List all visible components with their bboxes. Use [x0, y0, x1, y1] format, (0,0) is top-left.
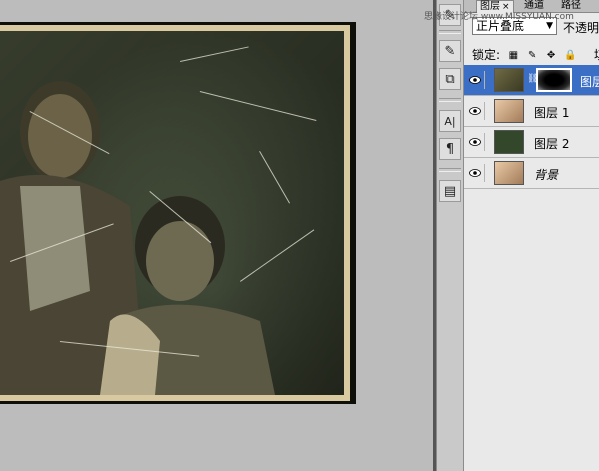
visibility-eye-icon[interactable]	[466, 102, 485, 120]
dock-separator	[439, 30, 461, 34]
aged-photo-image[interactable]	[0, 25, 350, 401]
document-canvas[interactable]	[0, 0, 433, 471]
photo-figures	[0, 81, 275, 395]
layers-panel: 图层× 通道 路径 正片叠底 ▼ 不透明 锁定: ▦ ✎ ✥ 🔒 填 ⛓ 图层 …	[463, 0, 599, 471]
layer-name: 图层 2	[534, 137, 570, 151]
clone-source-icon[interactable]: ⧉	[439, 68, 461, 90]
layer-thumbnail	[494, 68, 524, 92]
layer-row[interactable]: 图层 2	[464, 127, 599, 158]
layer-name: 图层 1	[534, 106, 570, 120]
layer-row[interactable]: 背景	[464, 158, 599, 189]
notes-icon[interactable]: ▤	[439, 180, 461, 202]
layer-mask-thumbnail[interactable]	[536, 68, 572, 92]
lock-row: 锁定: ▦ ✎ ✥ 🔒 填	[472, 46, 599, 62]
visibility-eye-icon[interactable]	[466, 133, 485, 151]
lock-label: 锁定:	[472, 48, 501, 62]
layer-thumbnail	[494, 161, 524, 185]
lock-transparent-icon[interactable]: ▦	[508, 50, 519, 61]
character-icon[interactable]: A|	[439, 110, 461, 132]
fill-label: 填	[594, 46, 599, 63]
dock-separator	[439, 168, 461, 172]
layer-name: 图层	[580, 75, 599, 89]
layer-row[interactable]: ⛓ 图层	[464, 65, 599, 96]
paragraph-icon[interactable]: ¶	[439, 138, 461, 160]
brush-presets-icon[interactable]: ✎	[439, 40, 461, 62]
watermark: 思缘设计论坛 www.MISSYUAN.com	[424, 12, 574, 22]
visibility-eye-icon[interactable]	[466, 164, 485, 182]
lock-position-icon[interactable]: ✥	[546, 50, 557, 61]
side-dock: ✎ ✎ ⧉ A| ¶ ▤	[436, 0, 465, 471]
visibility-eye-icon[interactable]	[466, 71, 485, 89]
layer-thumbnail	[494, 99, 524, 123]
layer-thumbnail	[494, 130, 524, 154]
layer-name: 背景	[534, 168, 559, 182]
photo-frame	[0, 22, 356, 404]
lock-image-icon[interactable]: ✎	[527, 50, 538, 61]
dock-separator	[439, 98, 461, 102]
lock-all-icon[interactable]: 🔒	[564, 50, 576, 61]
layer-row[interactable]: 图层 1	[464, 96, 599, 127]
